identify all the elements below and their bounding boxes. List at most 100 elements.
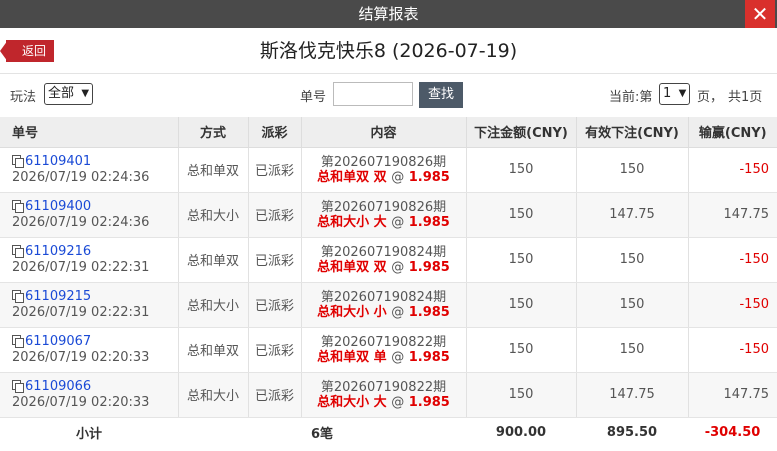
status-cell: 已派彩 [248,327,302,373]
order-number-link[interactable]: 61109216 [25,244,91,259]
winloss-cell: 147.75 [688,372,777,418]
method-cell: 总和大小 [178,282,249,328]
amount-cell: 150 [466,192,577,238]
valid-cell: 147.75 [576,192,689,238]
summary-count: 6笔 [178,417,466,447]
bet-period: 第202607190822期 [320,334,447,350]
filter-toolbar: 玩法 全部 ▼ 单号 查找 当前:第 1 ▼ 页， 共1页 [0,74,777,116]
valid-cell: 147.75 [576,372,689,418]
status-cell: 已派彩 [248,192,302,238]
status-cell: 已派彩 [248,372,302,418]
chevron-down-icon: ▼ [678,88,687,99]
copy-icon[interactable] [12,334,24,348]
content-cell: 第202607190826期 总和单双 双 @ 1.985 [301,147,467,193]
bet-odds: 1.985 [408,349,450,365]
amount-cell: 150 [466,327,577,373]
order-number-label: 单号 [300,90,327,105]
valid-cell: 150 [576,282,689,328]
content-cell: 第202607190826期 总和大小 大 @ 1.985 [301,192,467,238]
summary-amount: 900.00 [466,417,576,447]
col-header-method: 方式 [178,117,249,148]
table-row: 61109401 2026/07/19 02:24:36 总和单双 已派彩 第2… [0,147,777,193]
bet-selection: 总和单双 双 [317,169,387,185]
valid-cell: 150 [576,237,689,283]
summary-winloss: -304.50 [688,417,777,447]
bet-odds: 1.985 [408,394,450,410]
order-number-link[interactable]: 61109215 [25,289,91,304]
summary-label: 小计 [0,417,178,447]
page-select[interactable]: 1 ▼ [659,83,691,105]
content-cell: 第202607190824期 总和单双 双 @ 1.985 [301,237,467,283]
method-cell: 总和单双 [178,147,249,193]
order-time: 2026/07/19 02:22:31 [12,304,150,320]
col-header-content: 内容 [301,117,467,148]
page-title: 斯洛伐克快乐8 (2026-07-19) [259,40,518,62]
copy-icon[interactable] [12,199,24,213]
copy-icon[interactable] [12,379,24,393]
order-cell: 61109067 2026/07/19 02:20:33 [0,327,179,373]
bet-selection: 总和大小 小 [317,304,387,320]
table-row: 61109067 2026/07/19 02:20:33 总和单双 已派彩 第2… [0,327,777,373]
winloss-cell: 147.75 [688,192,777,238]
copy-icon[interactable] [12,244,24,258]
order-time: 2026/07/19 02:22:31 [12,259,150,275]
play-type-select[interactable]: 全部 ▼ [44,83,94,105]
bet-period: 第202607190824期 [320,289,447,305]
winloss-cell: -150 [688,237,777,283]
order-time: 2026/07/19 02:24:36 [12,169,150,185]
table-header-row: 单号 方式 派彩 内容 下注金额(CNY) 有效下注(CNY) 输赢(CNY) [0,117,777,148]
bet-period: 第202607190824期 [320,244,447,260]
valid-cell: 150 [576,327,689,373]
winloss-cell: -150 [688,147,777,193]
order-time: 2026/07/19 02:24:36 [12,214,150,230]
search-button[interactable]: 查找 [419,82,464,108]
copy-icon[interactable] [12,289,24,303]
table-row: 61109400 2026/07/19 02:24:36 总和大小 已派彩 第2… [0,192,777,238]
order-number-link[interactable]: 61109067 [25,334,91,349]
order-cell: 61109401 2026/07/19 02:24:36 [0,147,179,193]
col-header-amount: 下注金额(CNY) [466,117,577,148]
play-type-value: 全部 [48,86,75,101]
close-icon: ✕ [751,2,769,26]
col-header-valid: 有效下注(CNY) [576,117,689,148]
order-cell: 61109400 2026/07/19 02:24:36 [0,192,179,238]
order-number-link[interactable]: 61109400 [25,199,91,214]
order-number-link[interactable]: 61109401 [25,154,91,169]
amount-cell: 150 [466,237,577,283]
bet-selection: 总和大小 大 [317,214,387,230]
chevron-down-icon: ▼ [81,88,90,99]
total-pages: 共1页 [728,90,763,105]
winloss-cell: -150 [688,282,777,328]
bet-selection: 总和单双 单 [317,349,387,365]
table-row: 61109066 2026/07/19 02:20:33 总和大小 已派彩 第2… [0,372,777,418]
order-cell: 61109216 2026/07/19 02:22:31 [0,237,179,283]
method-cell: 总和大小 [178,192,249,238]
summary-valid: 895.50 [576,417,688,447]
amount-cell: 150 [466,372,577,418]
col-header-winloss: 输赢(CNY) [688,117,777,148]
page-value: 1 [663,86,672,101]
order-number-link[interactable]: 61109066 [25,379,91,394]
amount-cell: 150 [466,282,577,328]
order-cell: 61109066 2026/07/19 02:20:33 [0,372,179,418]
close-button[interactable]: ✕ [745,0,775,28]
content-cell: 第202607190822期 总和单双 单 @ 1.985 [301,327,467,373]
winloss-cell: -150 [688,327,777,373]
order-cell: 61109215 2026/07/19 02:22:31 [0,282,179,328]
amount-cell: 150 [466,147,577,193]
table-row: 61109216 2026/07/19 02:22:31 总和单双 已派彩 第2… [0,237,777,283]
bet-odds: 1.985 [408,259,450,275]
status-cell: 已派彩 [248,237,302,283]
copy-icon[interactable] [12,154,24,168]
table-row: 61109215 2026/07/19 02:22:31 总和大小 已派彩 第2… [0,282,777,328]
order-number-input[interactable] [333,82,413,106]
current-page-label: 当前:第 [609,90,653,105]
status-cell: 已派彩 [248,147,302,193]
method-cell: 总和单双 [178,237,249,283]
bet-odds: 1.985 [408,304,450,320]
col-header-order: 单号 [0,117,179,148]
window-titlebar: 结算报表 ✕ [0,0,777,28]
settlement-table: 单号 方式 派彩 内容 下注金额(CNY) 有效下注(CNY) 输赢(CNY) … [0,117,777,447]
bet-odds: 1.985 [408,214,450,230]
bet-selection: 总和大小 大 [317,394,387,410]
